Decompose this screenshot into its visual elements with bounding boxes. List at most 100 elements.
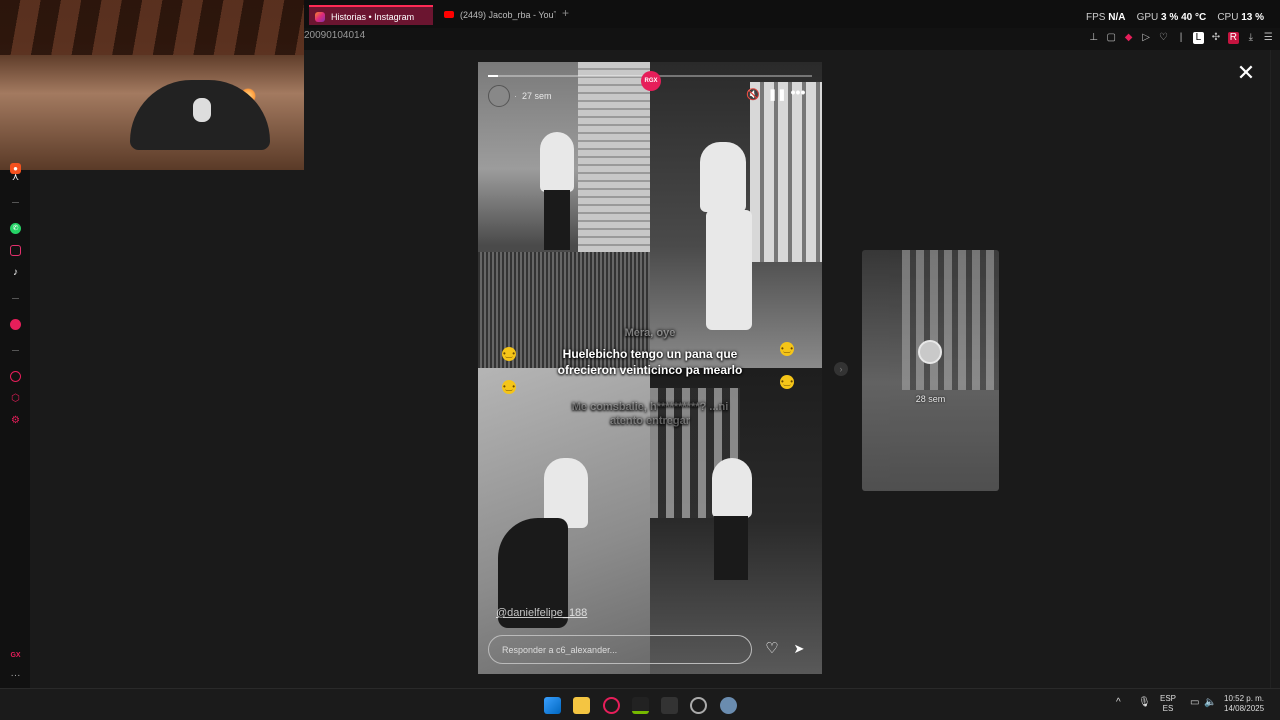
scrollbar[interactable] (1270, 50, 1280, 688)
settings-icon[interactable] (720, 697, 737, 714)
keyboard-layout: ES (1162, 704, 1174, 713)
puzzle-icon[interactable]: ✣ (1210, 32, 1221, 44)
new-tab-button[interactable]: + (562, 6, 569, 20)
profile-icon[interactable]: R (1227, 32, 1240, 44)
file-explorer-icon[interactable] (573, 697, 590, 714)
record-icon[interactable] (10, 319, 21, 330)
sidebar-divider (12, 298, 19, 299)
reply-box[interactable] (488, 635, 752, 664)
volume-icon[interactable]: 🔈 (1204, 697, 1216, 708)
gpu-temp: 40 °C (1181, 12, 1207, 23)
gpu-value: 3 % (1161, 12, 1179, 23)
next-story-arrow[interactable]: › (834, 362, 848, 376)
fps-value: N/A (1108, 12, 1126, 23)
extension-icon[interactable]: L (1192, 32, 1205, 44)
gx-label[interactable]: GX (10, 650, 21, 661)
house-wall (578, 62, 650, 252)
fps-label: FPS (1086, 12, 1106, 23)
cpu-label: CPU (1217, 12, 1239, 23)
mute-button[interactable]: 🔇 (746, 88, 760, 102)
tab-youtube[interactable]: (2449) Jacob_rba - YouT (438, 5, 556, 25)
windows-start-icon[interactable] (544, 697, 561, 714)
story-timestamp: 27 sem (522, 91, 552, 101)
microphone-icon[interactable]: 🎙 (1138, 697, 1151, 708)
person-pants (714, 516, 748, 580)
snapshot-icon[interactable]: ▢ (1105, 32, 1116, 44)
story-photo-1 (478, 62, 650, 368)
language-indicator[interactable]: ESP ES (1160, 694, 1176, 714)
story-progress-fill (488, 75, 498, 77)
nvidia-icon[interactable] (632, 697, 649, 714)
like-button[interactable]: ♡ (763, 640, 781, 658)
person-figure (540, 132, 574, 192)
clock-date: 14/08/2025 (1224, 704, 1265, 713)
play-icon[interactable]: ▷ (1140, 32, 1151, 44)
cap-logo (193, 98, 211, 122)
caption-main: Huelebicho tengo un pana que ofrecieron … (557, 347, 743, 377)
cpu-value: 13 % (1241, 12, 1265, 23)
clock-time: 10:52 p. m. (1224, 694, 1265, 703)
chevron-up-icon[interactable]: ^ (1116, 697, 1121, 708)
person-figure (700, 142, 746, 212)
system-clock[interactable]: 10:52 p. m. 14/08/2025 (1224, 694, 1264, 714)
webcam-overlay (0, 0, 304, 170)
heart-icon[interactable]: ♡ (1158, 32, 1169, 44)
emoji-sticker: •‿• (780, 375, 794, 389)
tab-label: Historias • Instagram (331, 12, 415, 22)
gx-badge[interactable]: RGX (641, 71, 661, 91)
youtube-icon (444, 11, 454, 18)
next-story-timestamp: 28 sem (915, 394, 946, 404)
obs-icon[interactable] (661, 697, 678, 714)
emoji-sticker: •‿• (780, 342, 794, 356)
instagram-icon (315, 12, 325, 22)
person-pants (544, 190, 570, 250)
close-button[interactable]: ✕ (1236, 62, 1256, 84)
story-viewer[interactable]: RGX · 27 sem 🔇 ❚❚ ••• Mera, oye Huelebic… (478, 62, 822, 674)
emoji-sticker: •‿• (502, 380, 516, 394)
menu-icon[interactable]: ☰ (1263, 32, 1274, 44)
performance-stats: FPS N/A GPU 3 % 40 °C CPU 13 % (1086, 12, 1264, 23)
caption-sub: Me comsbalie, h**********? ...ni atento … (571, 401, 729, 427)
aria-icon[interactable]: ⋏ (10, 172, 21, 183)
avatar[interactable] (488, 85, 510, 107)
caption-top: Mera, oye (624, 327, 676, 339)
mention-tag[interactable]: @danielfelipe_188 (496, 607, 587, 619)
pin-icon[interactable]: ⊥ (1088, 32, 1099, 44)
tiktok-icon[interactable]: ♪ (10, 267, 21, 278)
story-photo-2 (650, 62, 822, 368)
separator-dot: · (514, 91, 517, 101)
sidebar-divider (12, 202, 19, 203)
next-story-preview[interactable]: 28 sem (862, 250, 999, 491)
extensions-icon[interactable]: ⬡ (10, 393, 21, 404)
language-code: ESP (1160, 694, 1177, 703)
opera-gx-icon[interactable] (603, 697, 620, 714)
building (750, 82, 822, 262)
ceiling-beams (0, 0, 304, 55)
network-icon[interactable]: ▭ (1190, 697, 1199, 708)
person-figure (712, 458, 752, 518)
instagram-icon[interactable] (10, 245, 21, 256)
tab-instagram-stories[interactable]: Historias • Instagram (309, 5, 433, 25)
settings-icon[interactable]: ⚙ (10, 415, 21, 426)
tab-label: (2449) Jacob_rba - YouT (460, 10, 556, 20)
person-pants (706, 210, 752, 330)
next-story-avatar (918, 340, 942, 364)
download-icon[interactable]: ⤓ (1245, 32, 1256, 44)
building (902, 250, 999, 390)
browser-toolbar: ⊥ ▢ ◆ ▷ ♡ | L ✣ R ⤓ ☰ (1088, 31, 1274, 45)
gpu-label: GPU (1136, 12, 1159, 23)
address-text[interactable]: 20090104014 (304, 30, 365, 41)
more-icon[interactable]: ··· (10, 670, 21, 681)
whatsapp-icon[interactable]: ✆ (10, 223, 21, 234)
emoji-sticker: •‿• (502, 347, 516, 361)
clock-app-icon[interactable] (690, 697, 707, 714)
separator-icon: | (1179, 32, 1183, 43)
sidebar-divider (12, 350, 19, 351)
left-sidebar: ● ⋏ ✆ ♪ ⬡ ⚙ GX ··· (0, 163, 30, 688)
reply-input[interactable] (489, 636, 751, 663)
shield-icon[interactable]: ◆ (1123, 32, 1134, 44)
more-options-button[interactable]: ••• (790, 85, 806, 101)
pause-button[interactable]: ❚❚ (768, 88, 786, 102)
send-button[interactable]: ➤ (790, 640, 808, 658)
history-icon[interactable] (10, 371, 21, 382)
